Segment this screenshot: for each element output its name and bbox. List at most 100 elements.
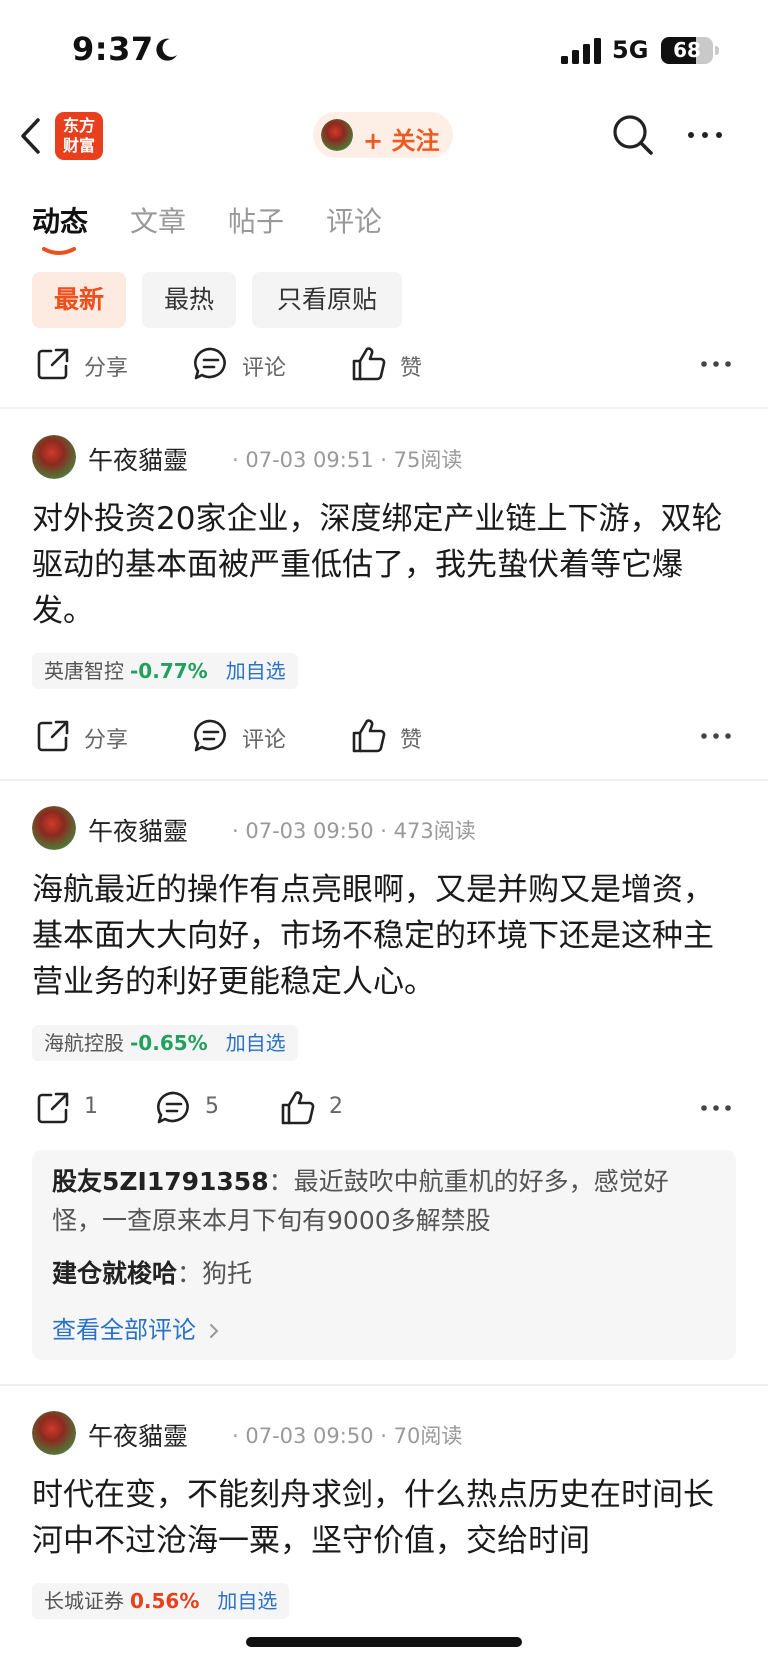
stock-change: -0.65% <box>130 1031 208 1055</box>
view-all-label: 查看全部评论 <box>52 1316 196 1344</box>
post-header: 午夜貓靈 · 07-03 09:50 · 473阅读 <box>32 804 736 852</box>
post-header: 午夜貓靈 · 07-03 09:51 · 75阅读 <box>32 433 736 481</box>
comment-icon <box>194 719 226 752</box>
network-label: 5G <box>612 36 649 64</box>
share-label: 分享 <box>84 728 129 753</box>
like-count: 2 <box>329 1094 343 1119</box>
comment-label: 评论 <box>242 728 287 753</box>
like-label: 赞 <box>400 728 423 753</box>
filter-bar: 最新 最热 只看原贴 <box>0 272 768 328</box>
tab-active-indicator <box>42 247 76 255</box>
action-row: 1 5 2 <box>0 1083 768 1133</box>
comment-icon <box>194 347 226 380</box>
tab-bar: 动态 文章 帖子 评论 <box>0 190 768 260</box>
post-time: 07-03 09:50 <box>245 1424 374 1448</box>
share-icon <box>37 1092 69 1124</box>
comment-text: 狗托 <box>202 1259 253 1288</box>
post-body[interactable]: 时代在变，不能刻舟求剑，什么热点历史在时间长河中不过沧海一粟，坚守价值，交给时间 <box>32 1472 736 1564</box>
post-meta: · 07-03 09:51 · 75阅读 <box>232 448 463 472</box>
action-row: 分享 评论 赞 <box>0 339 768 389</box>
action-row: 分享 评论 赞 <box>0 711 768 761</box>
home-indicator <box>246 1637 522 1647</box>
filter-latest[interactable]: 最新 <box>32 272 126 328</box>
signal-icon <box>561 38 601 64</box>
comment-preview[interactable]: 股友5ZI1791358：最近鼓吹中航重机的好多，感觉好怪，一查原来本月下旬有9… <box>32 1150 736 1360</box>
tab-dynamic[interactable]: 动态 <box>32 200 88 240</box>
status-bar: 9:37 5G 68 <box>0 0 768 100</box>
divider <box>0 407 768 409</box>
avatar[interactable] <box>32 1411 76 1455</box>
stock-tag[interactable]: 长城证券 0.56% 加自选 <box>32 1583 290 1619</box>
follow-button[interactable]: + 关注 <box>313 112 453 158</box>
add-watchlist-button[interactable]: 加自选 <box>226 659 286 683</box>
like-button[interactable]: 赞 <box>350 711 440 761</box>
battery-level: 68 <box>673 38 701 62</box>
divider <box>0 1384 768 1386</box>
logo-text-line1: 东方 <box>62 116 95 135</box>
divider <box>0 779 768 781</box>
chevron-right-icon <box>209 1324 219 1338</box>
post-reads: 75阅读 <box>393 448 463 472</box>
moon-icon <box>156 38 177 61</box>
comment-label: 评论 <box>242 356 287 381</box>
comment-icon <box>157 1091 189 1124</box>
thumbs-up-icon <box>352 347 386 381</box>
post-author[interactable]: 午夜貓靈 <box>88 1417 188 1453</box>
nav-bar: 东方 财富 + 关注 <box>0 100 768 172</box>
search-icon[interactable] <box>610 112 656 158</box>
thumbs-up-icon <box>352 719 386 753</box>
comment-item: 建仓就梭哈：狗托 <box>52 1259 253 1288</box>
more-icon[interactable] <box>696 711 736 761</box>
comment-user[interactable]: 股友5ZI1791358 <box>52 1167 269 1196</box>
comment-button[interactable]: 5 <box>155 1083 225 1133</box>
tab-articles[interactable]: 文章 <box>130 200 186 240</box>
post-reads: 70阅读 <box>393 1424 463 1448</box>
share-label: 分享 <box>84 356 129 381</box>
stock-change: -0.77% <box>130 659 208 683</box>
more-icon[interactable] <box>696 339 736 389</box>
like-label: 赞 <box>400 356 423 381</box>
like-button[interactable]: 2 <box>279 1083 349 1133</box>
share-button[interactable]: 分享 <box>34 339 144 389</box>
share-icon <box>37 720 69 752</box>
post-reads: 473阅读 <box>393 819 476 843</box>
thumbs-up-icon <box>281 1091 315 1125</box>
avatar[interactable] <box>32 806 76 850</box>
post-meta: · 07-03 09:50 · 70阅读 <box>232 1424 463 1448</box>
filter-original-only[interactable]: 只看原贴 <box>252 272 402 328</box>
comment-item: 股友5ZI1791358：最近鼓吹中航重机的好多，感觉好怪，一查原来本月下旬有9… <box>52 1167 669 1235</box>
back-icon[interactable] <box>16 114 46 158</box>
like-button[interactable]: 赞 <box>350 339 440 389</box>
add-watchlist-button[interactable]: 加自选 <box>217 1589 277 1613</box>
status-time: 9:37 <box>72 30 154 68</box>
stock-name: 英唐智控 <box>44 659 124 683</box>
share-button[interactable]: 分享 <box>34 711 144 761</box>
post-author[interactable]: 午夜貓靈 <box>88 441 188 477</box>
share-button[interactable]: 1 <box>34 1083 104 1133</box>
filter-hot[interactable]: 最热 <box>142 272 236 328</box>
avatar <box>321 119 353 151</box>
stock-tag[interactable]: 英唐智控 -0.77% 加自选 <box>32 653 298 689</box>
post-time: 07-03 09:51 <box>245 448 374 472</box>
tab-posts[interactable]: 帖子 <box>228 200 284 240</box>
more-icon[interactable] <box>682 112 728 158</box>
share-count: 1 <box>84 1094 98 1119</box>
comment-user[interactable]: 建仓就梭哈 <box>52 1259 177 1288</box>
comment-button[interactable]: 评论 <box>192 339 302 389</box>
add-watchlist-button[interactable]: 加自选 <box>226 1031 286 1055</box>
stock-name: 长城证券 <box>44 1589 124 1613</box>
avatar[interactable] <box>32 435 76 479</box>
more-icon[interactable] <box>696 1083 736 1133</box>
comment-button[interactable]: 评论 <box>192 711 302 761</box>
post-meta: · 07-03 09:50 · 473阅读 <box>232 819 476 843</box>
tab-comments[interactable]: 评论 <box>326 200 382 240</box>
post-body[interactable]: 对外投资20家企业，深度绑定产业链上下游，双轮驱动的基本面被严重低估了，我先蛰伏… <box>32 496 736 634</box>
follow-label: + 关注 <box>363 127 440 155</box>
post-author[interactable]: 午夜貓靈 <box>88 812 188 848</box>
stock-tag[interactable]: 海航控股 -0.65% 加自选 <box>32 1025 298 1061</box>
view-all-comments-link[interactable]: 查看全部评论 <box>52 1310 220 1345</box>
comment-count: 5 <box>205 1094 219 1119</box>
stock-change: 0.56% <box>130 1589 200 1613</box>
post-body[interactable]: 海航最近的操作有点亮眼啊，又是并购又是增资，基本面大大向好，市场不稳定的环境下还… <box>32 867 736 1005</box>
post-time: 07-03 09:50 <box>245 819 374 843</box>
